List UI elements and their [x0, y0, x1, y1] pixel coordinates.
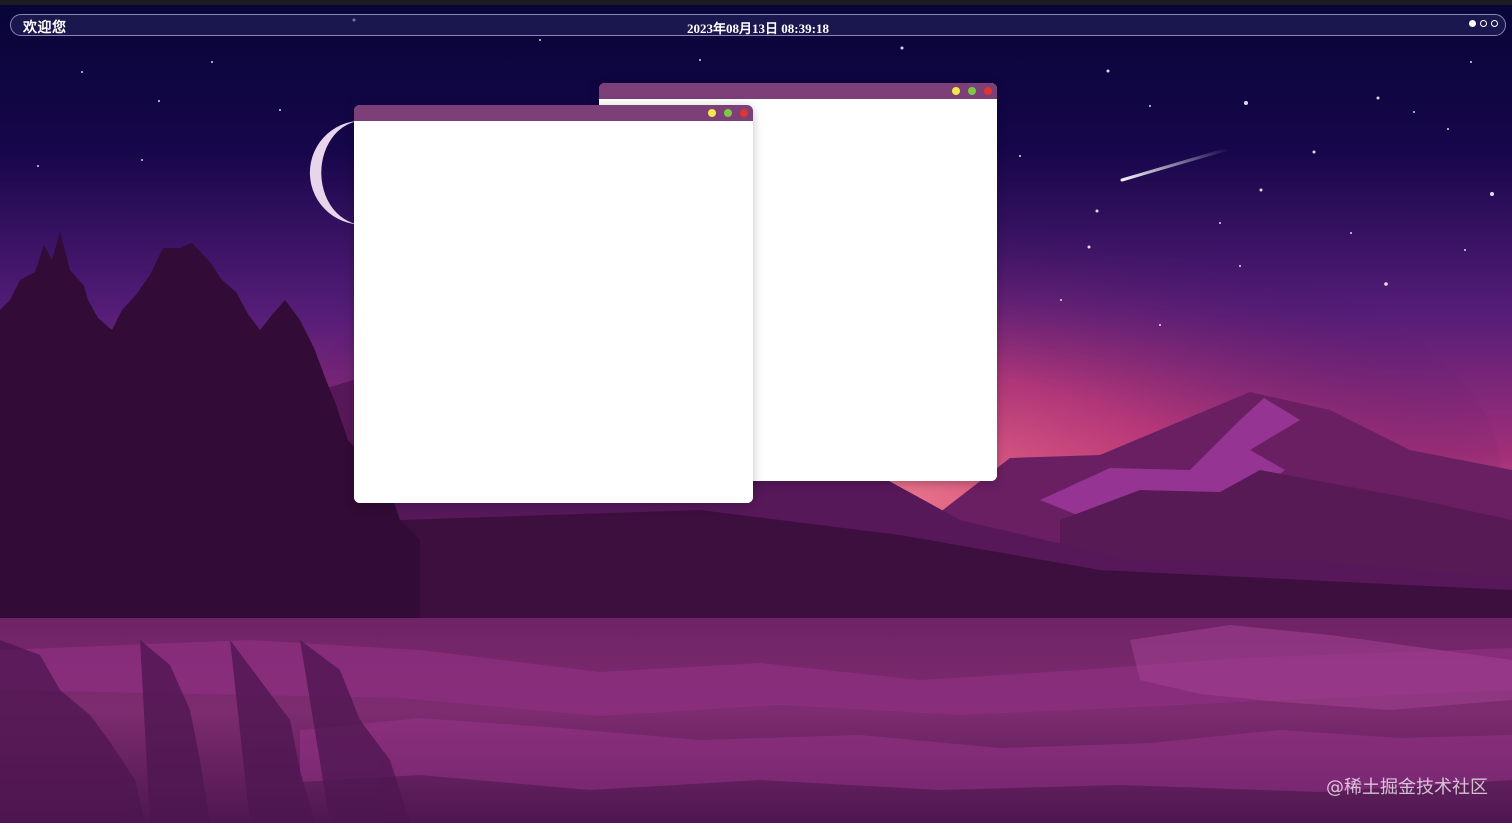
workspace-dot-3[interactable] [1491, 20, 1498, 27]
maximize-icon[interactable] [968, 87, 976, 95]
window-controls [952, 87, 992, 95]
desktop[interactable]: 欢迎您 2023年08月13日 08:39:18 @稀土掘金技术社区 [0, 0, 1512, 823]
front-window[interactable] [354, 105, 753, 503]
minimize-icon[interactable] [952, 87, 960, 95]
top-status-bar: 欢迎您 2023年08月13日 08:39:18 [10, 14, 1506, 36]
window-controls [708, 109, 748, 117]
close-icon[interactable] [740, 109, 748, 117]
window-titlebar[interactable] [354, 105, 753, 121]
clock: 2023年08月13日 08:39:18 [687, 21, 829, 36]
window-content[interactable] [354, 121, 753, 503]
minimize-icon[interactable] [708, 109, 716, 117]
close-icon[interactable] [984, 87, 992, 95]
screen-top-border [0, 0, 1512, 5]
workspace-dot-2[interactable] [1480, 20, 1487, 27]
workspace-switcher[interactable] [1469, 20, 1498, 27]
workspace-dot-1[interactable] [1469, 20, 1476, 27]
watermark: @稀土掘金技术社区 [1326, 777, 1488, 798]
maximize-icon[interactable] [724, 109, 732, 117]
window-titlebar[interactable] [599, 83, 997, 99]
